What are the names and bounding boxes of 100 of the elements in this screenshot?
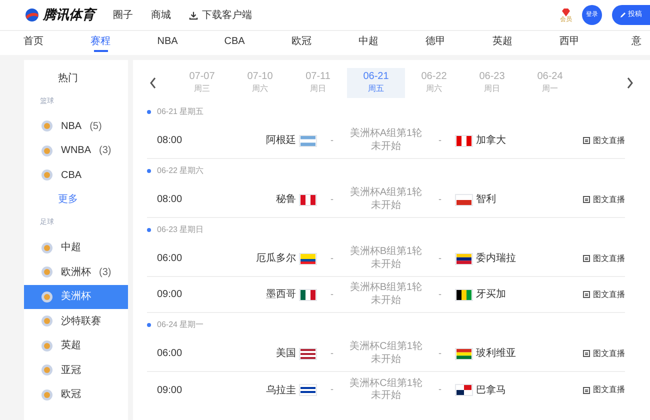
league-logo-icon xyxy=(41,144,53,157)
document-icon xyxy=(583,350,590,357)
score: - xyxy=(330,383,334,396)
nav-tab[interactable]: 德甲 xyxy=(402,31,469,55)
match-round: 美洲杯C组第1轮 xyxy=(350,341,422,354)
league-logo-icon xyxy=(41,340,53,352)
match-time: 09:00 xyxy=(157,288,184,302)
sidebar-item[interactable]: 英超 xyxy=(24,334,128,358)
team-name: 加拿大 xyxy=(476,134,506,148)
sidebar-item[interactable]: 中超 xyxy=(24,236,128,260)
sidebar-item[interactable]: 沙特联赛 xyxy=(24,309,128,334)
match-status: 未开始 xyxy=(371,390,401,402)
league-logo-icon xyxy=(41,364,53,376)
league-name: CBA xyxy=(61,168,82,183)
day-heading: 06-24 星期一 xyxy=(157,319,204,331)
flag-icon xyxy=(455,288,473,300)
flag-icon xyxy=(299,348,317,360)
league-name: WNBA xyxy=(61,144,91,158)
league-logo-icon xyxy=(41,290,53,303)
live-text-link[interactable]: 图文直播 xyxy=(583,194,625,206)
flag-icon xyxy=(455,252,473,264)
nav-tab[interactable]: 首页 xyxy=(0,31,67,55)
flag-icon xyxy=(299,288,317,300)
nav-tab[interactable]: NBA xyxy=(134,31,201,55)
pen-icon xyxy=(620,12,626,18)
download-icon xyxy=(189,10,198,20)
header-link[interactable]: 下载客户端 xyxy=(189,8,252,22)
sidebar-item[interactable]: WNBA (3) xyxy=(24,138,128,163)
score: - xyxy=(438,346,442,360)
document-icon xyxy=(583,386,590,394)
score: - xyxy=(438,192,442,206)
logo-text: 腾讯体育 xyxy=(43,5,95,25)
flag-icon xyxy=(299,252,317,264)
league-name: NBA xyxy=(61,120,82,134)
match-status: 未开始 xyxy=(371,200,401,212)
league-name: 沙特联赛 xyxy=(61,314,101,329)
league-logo-icon xyxy=(41,120,53,132)
nav-tab[interactable]: 西甲 xyxy=(536,31,603,55)
sidebar-item[interactable]: NBA (5) xyxy=(24,114,128,138)
sidebar-item[interactable]: 欧洲杯 (3) xyxy=(24,260,128,284)
flag-icon xyxy=(455,134,473,146)
sidebar-item[interactable]: 欧冠 xyxy=(24,382,128,407)
live-text-link[interactable]: 图文直播 xyxy=(583,252,625,264)
score: - xyxy=(330,288,334,301)
match-status: 未开始 xyxy=(371,354,401,366)
league-name: 亚冠 xyxy=(61,364,81,378)
league-logo-icon xyxy=(41,242,53,254)
sidebar-hot-item[interactable]: 热门 xyxy=(24,66,128,90)
document-icon xyxy=(583,137,590,144)
flag-icon xyxy=(299,384,317,396)
header-link[interactable]: 圈子 xyxy=(113,8,133,22)
match-time: 08:00 xyxy=(157,134,184,148)
score: - xyxy=(330,252,334,265)
team-name: 阿根廷 xyxy=(266,134,296,148)
sidebar-item[interactable]: 美洲杯 xyxy=(24,284,128,309)
flag-icon xyxy=(299,194,317,206)
score: - xyxy=(330,192,334,206)
document-icon xyxy=(583,291,590,298)
team-name: 墨西哥 xyxy=(266,288,296,302)
flag-icon xyxy=(299,134,317,146)
score: - xyxy=(438,252,442,265)
team-name: 厄瓜多尔 xyxy=(256,252,296,266)
diamond-icon xyxy=(561,8,571,16)
score: - xyxy=(438,134,442,147)
live-text-link[interactable]: 图文直播 xyxy=(583,288,625,300)
match-count: (3) xyxy=(99,144,112,158)
match-status: 未开始 xyxy=(371,294,401,307)
league-name: 美洲杯 xyxy=(61,290,91,304)
match-round: 美洲杯A组第1轮 xyxy=(350,187,422,200)
match-time: 06:00 xyxy=(157,252,184,266)
document-icon xyxy=(583,255,590,262)
league-logo-icon xyxy=(41,315,53,328)
header-link[interactable]: 商城 xyxy=(151,8,171,22)
team-name: 秘鲁 xyxy=(276,193,296,207)
day-heading: 06-21 星期五 xyxy=(157,106,204,118)
match-count: (3) xyxy=(99,266,112,280)
live-text-link[interactable]: 图文直播 xyxy=(583,348,625,360)
match-round: 美洲杯B组第1轮 xyxy=(350,282,422,294)
league-logo-icon xyxy=(41,169,53,182)
document-icon xyxy=(583,196,590,203)
nav-tab[interactable]: 英超 xyxy=(469,31,536,55)
team-name: 委内瑞拉 xyxy=(476,252,516,266)
league-logo-icon xyxy=(41,388,53,401)
nav-tab[interactable]: 中超 xyxy=(335,31,402,55)
team-name: 乌拉圭 xyxy=(266,384,296,398)
match-time: 09:00 xyxy=(157,384,184,398)
more-link[interactable]: 更多 xyxy=(24,188,128,212)
sidebar-item[interactable]: CBA xyxy=(24,163,128,188)
nav-tab[interactable]: 意 xyxy=(603,31,650,55)
score: - xyxy=(330,346,334,360)
nav-tab[interactable]: 欧冠 xyxy=(268,31,335,55)
nav-tab[interactable]: CBA xyxy=(201,31,268,55)
sidebar-item[interactable]: 亚冠 xyxy=(24,358,128,382)
match-status: 未开始 xyxy=(371,140,401,153)
live-text-link[interactable]: 图文直播 xyxy=(583,384,625,396)
nav-tab[interactable]: 赛程 xyxy=(67,31,134,55)
match-status: 未开始 xyxy=(371,258,401,271)
live-text-link[interactable]: 图文直播 xyxy=(583,134,625,146)
league-name: 欧冠 xyxy=(61,388,81,402)
date-tab[interactable]: 06-21 周五 xyxy=(347,68,405,98)
